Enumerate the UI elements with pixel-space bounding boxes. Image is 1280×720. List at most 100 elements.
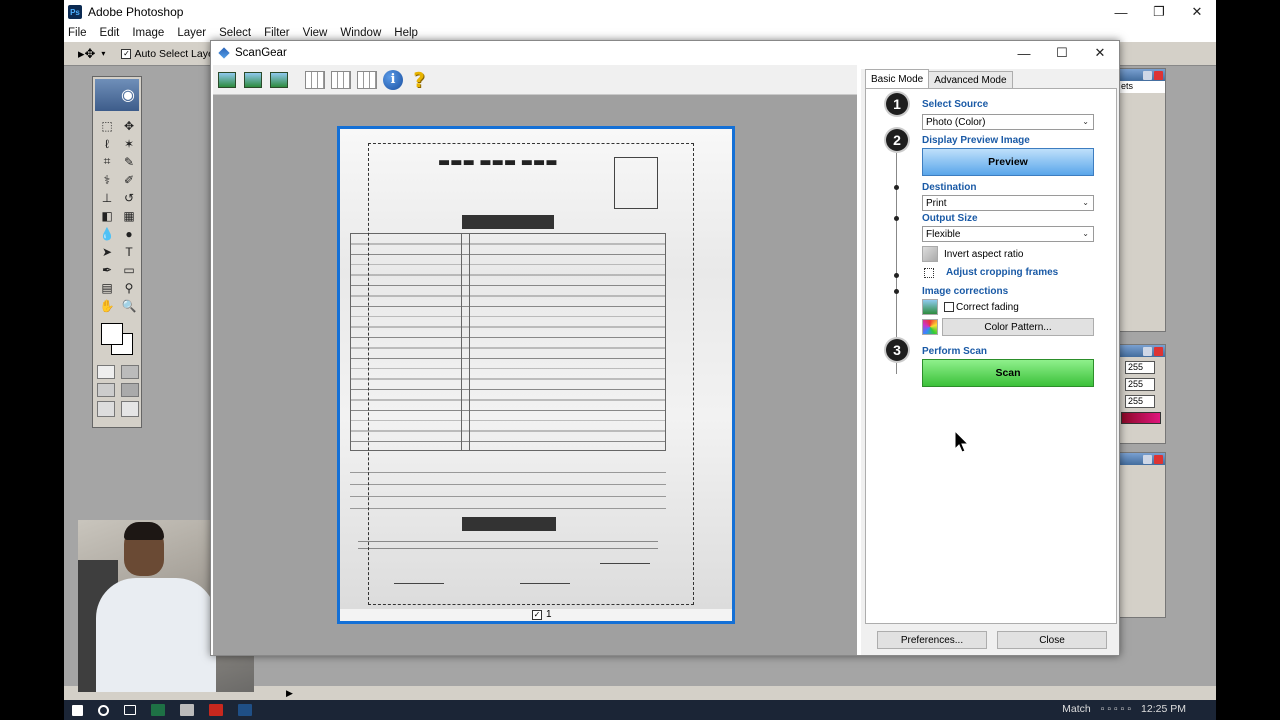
tab-advanced-mode[interactable]: Advanced Mode: [928, 71, 1013, 89]
color-palette: 255 255 255: [1118, 344, 1166, 444]
menu-view[interactable]: View: [303, 27, 328, 39]
close-icon[interactable]: [1154, 70, 1163, 80]
brush-tool-icon[interactable]: ✐: [119, 171, 139, 188]
scangear-minimize-button[interactable]: —: [1005, 41, 1043, 65]
palette-header: [1119, 69, 1165, 81]
scangear-close-button[interactable]: ✕: [1081, 41, 1119, 65]
blur-tool-icon[interactable]: 💧: [97, 225, 117, 242]
screen-mode-icon[interactable]: [97, 383, 115, 397]
remove-frame-button[interactable]: [329, 68, 353, 92]
info-button[interactable]: i: [381, 68, 405, 92]
stamp-tool-icon[interactable]: ⊥: [97, 189, 117, 206]
eraser-tool-icon[interactable]: ◧: [97, 207, 117, 224]
select-all-frames-button[interactable]: [303, 68, 327, 92]
printer-taskbar-icon[interactable]: [180, 704, 194, 716]
blue-value-field[interactable]: 255: [1125, 395, 1155, 408]
search-icon[interactable]: [98, 704, 109, 716]
marquee-tool-icon[interactable]: ⬚: [97, 117, 117, 134]
notes-tool-icon[interactable]: ▤: [97, 279, 117, 296]
menu-image[interactable]: Image: [132, 27, 164, 39]
excel-taskbar-icon[interactable]: [151, 704, 165, 716]
rotate-left-button[interactable]: [215, 68, 239, 92]
correct-fading-row[interactable]: Correct fading: [922, 299, 1019, 315]
red-value-field[interactable]: 255: [1125, 361, 1155, 374]
preview-button[interactable]: Preview: [922, 148, 1094, 176]
palette-header: [1119, 453, 1165, 465]
rotate-right-button[interactable]: [241, 68, 265, 92]
multi-crop-button[interactable]: [355, 68, 379, 92]
cropping-frame[interactable]: ▬▬▬ ▬▬▬ ▬▬▬ ✓ 1: [337, 126, 735, 624]
frame-checkbox[interactable]: ✓: [532, 609, 542, 620]
imageready-icon[interactable]: [121, 401, 139, 417]
menu-help[interactable]: Help: [394, 27, 418, 39]
tool-preset-caret-icon[interactable]: ▾: [101, 49, 105, 58]
select-source-dropdown[interactable]: Photo (Color) ⌄: [922, 114, 1094, 130]
restore-button[interactable]: ❐: [1140, 0, 1178, 24]
help-button[interactable]: ?: [407, 68, 431, 92]
color-ramp[interactable]: [1121, 412, 1161, 424]
status-arrow-icon[interactable]: ▶: [286, 688, 293, 699]
minimize-button[interactable]: —: [1102, 0, 1140, 24]
tab-basic-mode[interactable]: Basic Mode: [865, 69, 930, 89]
magic-wand-tool-icon[interactable]: ✶: [119, 135, 139, 152]
close-icon[interactable]: [1154, 454, 1163, 464]
destination-dropdown[interactable]: Print ⌄: [922, 195, 1094, 211]
crop-boundary[interactable]: [368, 143, 694, 605]
jump-to-imageready-icon[interactable]: [97, 401, 115, 417]
close-icon[interactable]: [1154, 346, 1163, 356]
minimize-icon[interactable]: [1143, 346, 1152, 356]
adjust-cropping-row[interactable]: Adjust cropping frames: [924, 267, 1058, 278]
output-size-dropdown[interactable]: Flexible ⌄: [922, 226, 1094, 242]
menu-window[interactable]: Window: [340, 27, 381, 39]
quick-mask-on-icon[interactable]: [121, 365, 139, 379]
auto-crop-button[interactable]: [267, 68, 291, 92]
invert-aspect-row[interactable]: Invert aspect ratio: [922, 246, 1023, 262]
correct-fading-checkbox[interactable]: [944, 302, 954, 312]
move-tool-icon[interactable]: ▸✥: [78, 46, 95, 62]
foreground-color-swatch[interactable]: [101, 323, 123, 345]
history-brush-icon[interactable]: ↺: [119, 189, 139, 206]
display-preview-label: Display Preview Image: [922, 135, 1030, 146]
slice-tool-icon[interactable]: ✎: [119, 153, 139, 170]
acrobat-taskbar-icon[interactable]: [209, 704, 223, 716]
color-pattern-button[interactable]: Color Pattern...: [942, 318, 1094, 336]
menu-edit[interactable]: Edit: [100, 27, 120, 39]
close-dialog-button[interactable]: Close: [997, 631, 1107, 649]
close-button[interactable]: ✕: [1178, 0, 1216, 24]
menu-select[interactable]: Select: [219, 27, 251, 39]
crop-tool-icon[interactable]: ⌗: [97, 153, 117, 170]
menu-filter[interactable]: Filter: [264, 27, 290, 39]
tray-icons[interactable]: ▫ ▫ ▫ ▫ ▫: [1101, 703, 1131, 715]
minimize-icon[interactable]: [1143, 70, 1152, 80]
task-view-icon[interactable]: [124, 705, 136, 715]
minimize-icon[interactable]: [1143, 454, 1152, 464]
quick-mask-off-icon[interactable]: [97, 365, 115, 379]
pen-tool-icon[interactable]: ✒: [97, 261, 117, 278]
scan-button[interactable]: Scan: [922, 359, 1094, 387]
type-tool-icon[interactable]: T: [119, 243, 139, 260]
toolbox-header: ◉: [95, 79, 139, 111]
taskbar-clock[interactable]: 12:25 PM: [1141, 703, 1186, 715]
photoshop-taskbar-icon[interactable]: [238, 704, 252, 716]
zoom-tool-icon[interactable]: 🔍: [119, 297, 139, 314]
move-tool-icon[interactable]: ✥: [119, 117, 139, 134]
auto-select-checkbox[interactable]: ✓: [121, 48, 132, 59]
windows-start-icon[interactable]: [72, 704, 83, 716]
scangear-maximize-button[interactable]: ☐: [1043, 41, 1081, 65]
screen-mode-full-icon[interactable]: [121, 383, 139, 397]
palette-tab[interactable]: ets: [1119, 81, 1165, 93]
green-value-field[interactable]: 255: [1125, 378, 1155, 391]
menu-layer[interactable]: Layer: [177, 27, 206, 39]
taskbar-search-text[interactable]: Match: [1062, 703, 1091, 715]
preferences-button[interactable]: Preferences...: [877, 631, 987, 649]
eyedropper-tool-icon[interactable]: ⚲: [119, 279, 139, 296]
path-select-icon[interactable]: ➤: [97, 243, 117, 260]
lasso-tool-icon[interactable]: ℓ: [97, 135, 117, 152]
healing-brush-icon[interactable]: ⚕: [97, 171, 117, 188]
hand-tool-icon[interactable]: ✋: [97, 297, 117, 314]
dodge-tool-icon[interactable]: ●: [119, 225, 139, 242]
shape-tool-icon[interactable]: ▭: [119, 261, 139, 278]
gradient-tool-icon[interactable]: ▦: [119, 207, 139, 224]
menu-file[interactable]: File: [68, 27, 87, 39]
adjust-cropping-checkbox[interactable]: [924, 267, 934, 278]
